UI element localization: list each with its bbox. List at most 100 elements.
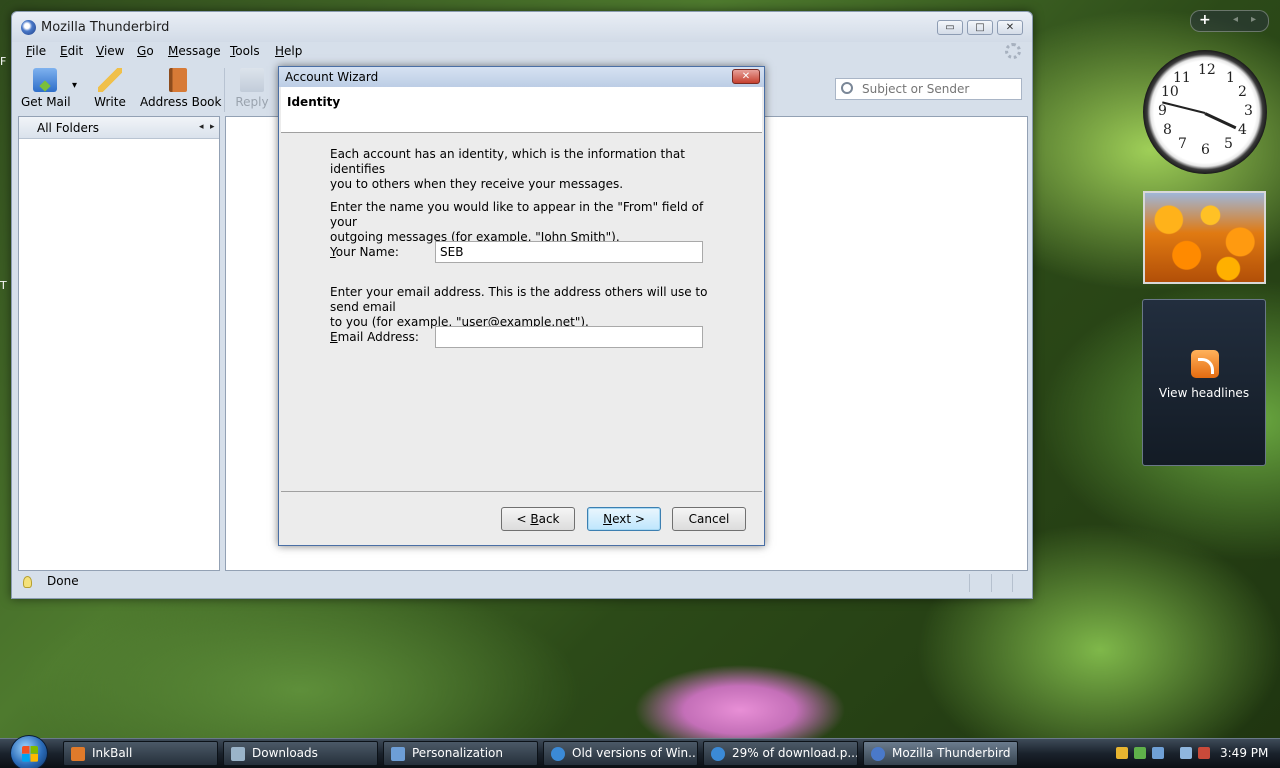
clock-number: 9	[1158, 103, 1167, 119]
taskbar-clock[interactable]: 3:49 PM	[1220, 746, 1268, 760]
quick-search-box[interactable]	[835, 78, 1022, 100]
dialog-title: Account Wizard	[285, 70, 379, 84]
inkball-icon	[71, 747, 85, 761]
reply-icon	[240, 68, 264, 92]
clock-number: 6	[1201, 142, 1210, 158]
dialog-separator	[281, 491, 762, 492]
email-help-line: Enter your email address. This is the ad…	[330, 285, 708, 314]
clock-minute-hand	[1162, 101, 1206, 114]
email-address-label: Email Address:	[330, 330, 419, 344]
back-button-pre: <	[516, 512, 531, 526]
desktop-text-fragment: F	[0, 55, 7, 68]
menu-bar: File Edit View Go Message Tools Help	[12, 42, 1032, 62]
clock-number: 7	[1178, 136, 1187, 152]
account-wizard-dialog: Account Wizard ✕ Identity Each account h…	[278, 66, 765, 546]
clock-number: 10	[1161, 84, 1179, 100]
taskbar-item-ie-download[interactable]: 29% of download.p...	[703, 741, 858, 766]
clock-number: 3	[1244, 103, 1253, 119]
add-gadget-icon[interactable]: +	[1199, 12, 1211, 28]
feed-headlines-gadget[interactable]: View headlines	[1142, 299, 1266, 466]
toolbar-separator	[224, 68, 225, 112]
get-mail-button[interactable]: Get Mail	[21, 68, 71, 109]
start-button[interactable]	[10, 735, 48, 768]
taskbar-item-label: Mozilla Thunderbird	[892, 746, 1011, 760]
taskbar-item-downloads[interactable]: Downloads	[223, 741, 378, 766]
email-address-field[interactable]	[435, 326, 703, 348]
window-titlebar[interactable]: Mozilla Thunderbird ▭ □ ✕	[12, 12, 1032, 42]
name-help-text: Enter the name you would like to appear …	[330, 200, 730, 245]
clock-number: 12	[1198, 62, 1216, 78]
write-button[interactable]: Write	[92, 68, 128, 109]
menu-tools[interactable]: Tools	[230, 44, 260, 58]
next-button-rest: ext >	[612, 512, 645, 526]
lightbulb-icon	[23, 576, 32, 588]
menu-message[interactable]: Message	[168, 44, 221, 58]
menu-file-rest: ile	[32, 44, 47, 58]
page-title: Identity	[287, 95, 341, 109]
update-icon[interactable]	[1134, 747, 1146, 759]
intro-text-line: you to others when they receive your mes…	[330, 177, 624, 191]
taskbar-item-thunderbird[interactable]: Mozilla Thunderbird	[863, 741, 1018, 766]
folder-pane-header: All Folders ◂ ▸	[19, 117, 219, 139]
pencil-icon	[98, 68, 122, 92]
system-tray: 3:49 PM	[1110, 739, 1280, 768]
folder-view-prev-icon[interactable]: ◂	[199, 122, 204, 132]
menu-view-accel: V	[96, 44, 104, 58]
tray-app-icon[interactable]	[1152, 747, 1164, 759]
name-help-line: Enter the name you would like to appear …	[330, 200, 704, 229]
network-icon[interactable]	[1180, 747, 1192, 759]
address-book-button[interactable]: Address Book	[140, 68, 221, 109]
dialog-header: Identity	[281, 87, 762, 133]
folder-view-next-icon[interactable]: ▸	[210, 122, 215, 132]
back-button-accel: B	[530, 512, 539, 526]
close-button[interactable]: ✕	[997, 20, 1023, 35]
taskbar-item-ie-old-versions[interactable]: Old versions of Win...	[543, 741, 698, 766]
status-panel	[969, 574, 989, 592]
minimize-button[interactable]: ▭	[937, 20, 963, 35]
taskbar-item-label: Personalization	[412, 746, 503, 760]
view-headlines-link[interactable]: View headlines	[1143, 386, 1265, 400]
maximize-button[interactable]: □	[967, 20, 993, 35]
taskbar-item-personalization[interactable]: Personalization	[383, 741, 538, 766]
thunderbird-app-icon	[21, 20, 36, 35]
folder-pane[interactable]: All Folders ◂ ▸	[18, 116, 220, 571]
intro-text: Each account has an identity, which is t…	[330, 147, 730, 192]
dialog-close-button[interactable]: ✕	[732, 69, 760, 84]
control-panel-icon	[391, 747, 405, 761]
menu-file[interactable]: File	[26, 44, 46, 58]
reply-button[interactable]: Reply	[234, 68, 270, 109]
search-input[interactable]	[862, 81, 1017, 97]
menu-edit[interactable]: Edit	[60, 44, 83, 58]
menu-view[interactable]: View	[96, 44, 124, 58]
clock-gadget[interactable]: 12 1 2 3 4 5 6 7 8 9 10 11	[1143, 50, 1267, 174]
status-bar: Done	[12, 572, 1032, 598]
next-button-accel: N	[603, 512, 613, 526]
internet-explorer-icon	[711, 747, 725, 761]
security-shield-icon[interactable]	[1116, 747, 1128, 759]
next-button[interactable]: Next >	[587, 507, 661, 531]
sidebar-controls: + ◂ ▸	[1190, 10, 1269, 32]
taskbar-item-inkball[interactable]: InkBall	[63, 741, 218, 766]
slideshow-gadget-photo[interactable]	[1143, 191, 1266, 284]
your-name-rest: our Name:	[335, 245, 399, 259]
next-gadget-icon[interactable]: ▸	[1251, 14, 1256, 25]
get-mail-dropdown-icon[interactable]: ▾	[72, 80, 77, 91]
volume-muted-icon[interactable]	[1198, 747, 1210, 759]
menu-help-rest: elp	[284, 44, 303, 58]
get-mail-icon	[33, 68, 57, 92]
menu-help-accel: H	[275, 44, 285, 58]
menu-message-rest: essage	[178, 44, 221, 58]
dialog-titlebar[interactable]: Account Wizard ✕	[279, 67, 764, 87]
your-name-field[interactable]	[435, 241, 703, 263]
your-name-label: Your Name:	[330, 245, 399, 259]
clock-number: 8	[1163, 122, 1172, 138]
back-button[interactable]: < Back	[501, 507, 575, 531]
activity-throbber-icon	[1005, 43, 1021, 59]
prev-gadget-icon[interactable]: ◂	[1233, 14, 1238, 25]
rss-icon	[1191, 350, 1219, 378]
taskbar-item-label: 29% of download.p...	[732, 746, 858, 760]
cancel-button[interactable]: Cancel	[672, 507, 746, 531]
menu-go[interactable]: Go	[137, 44, 154, 58]
menu-help[interactable]: Help	[275, 44, 302, 58]
thunderbird-icon	[871, 747, 885, 761]
